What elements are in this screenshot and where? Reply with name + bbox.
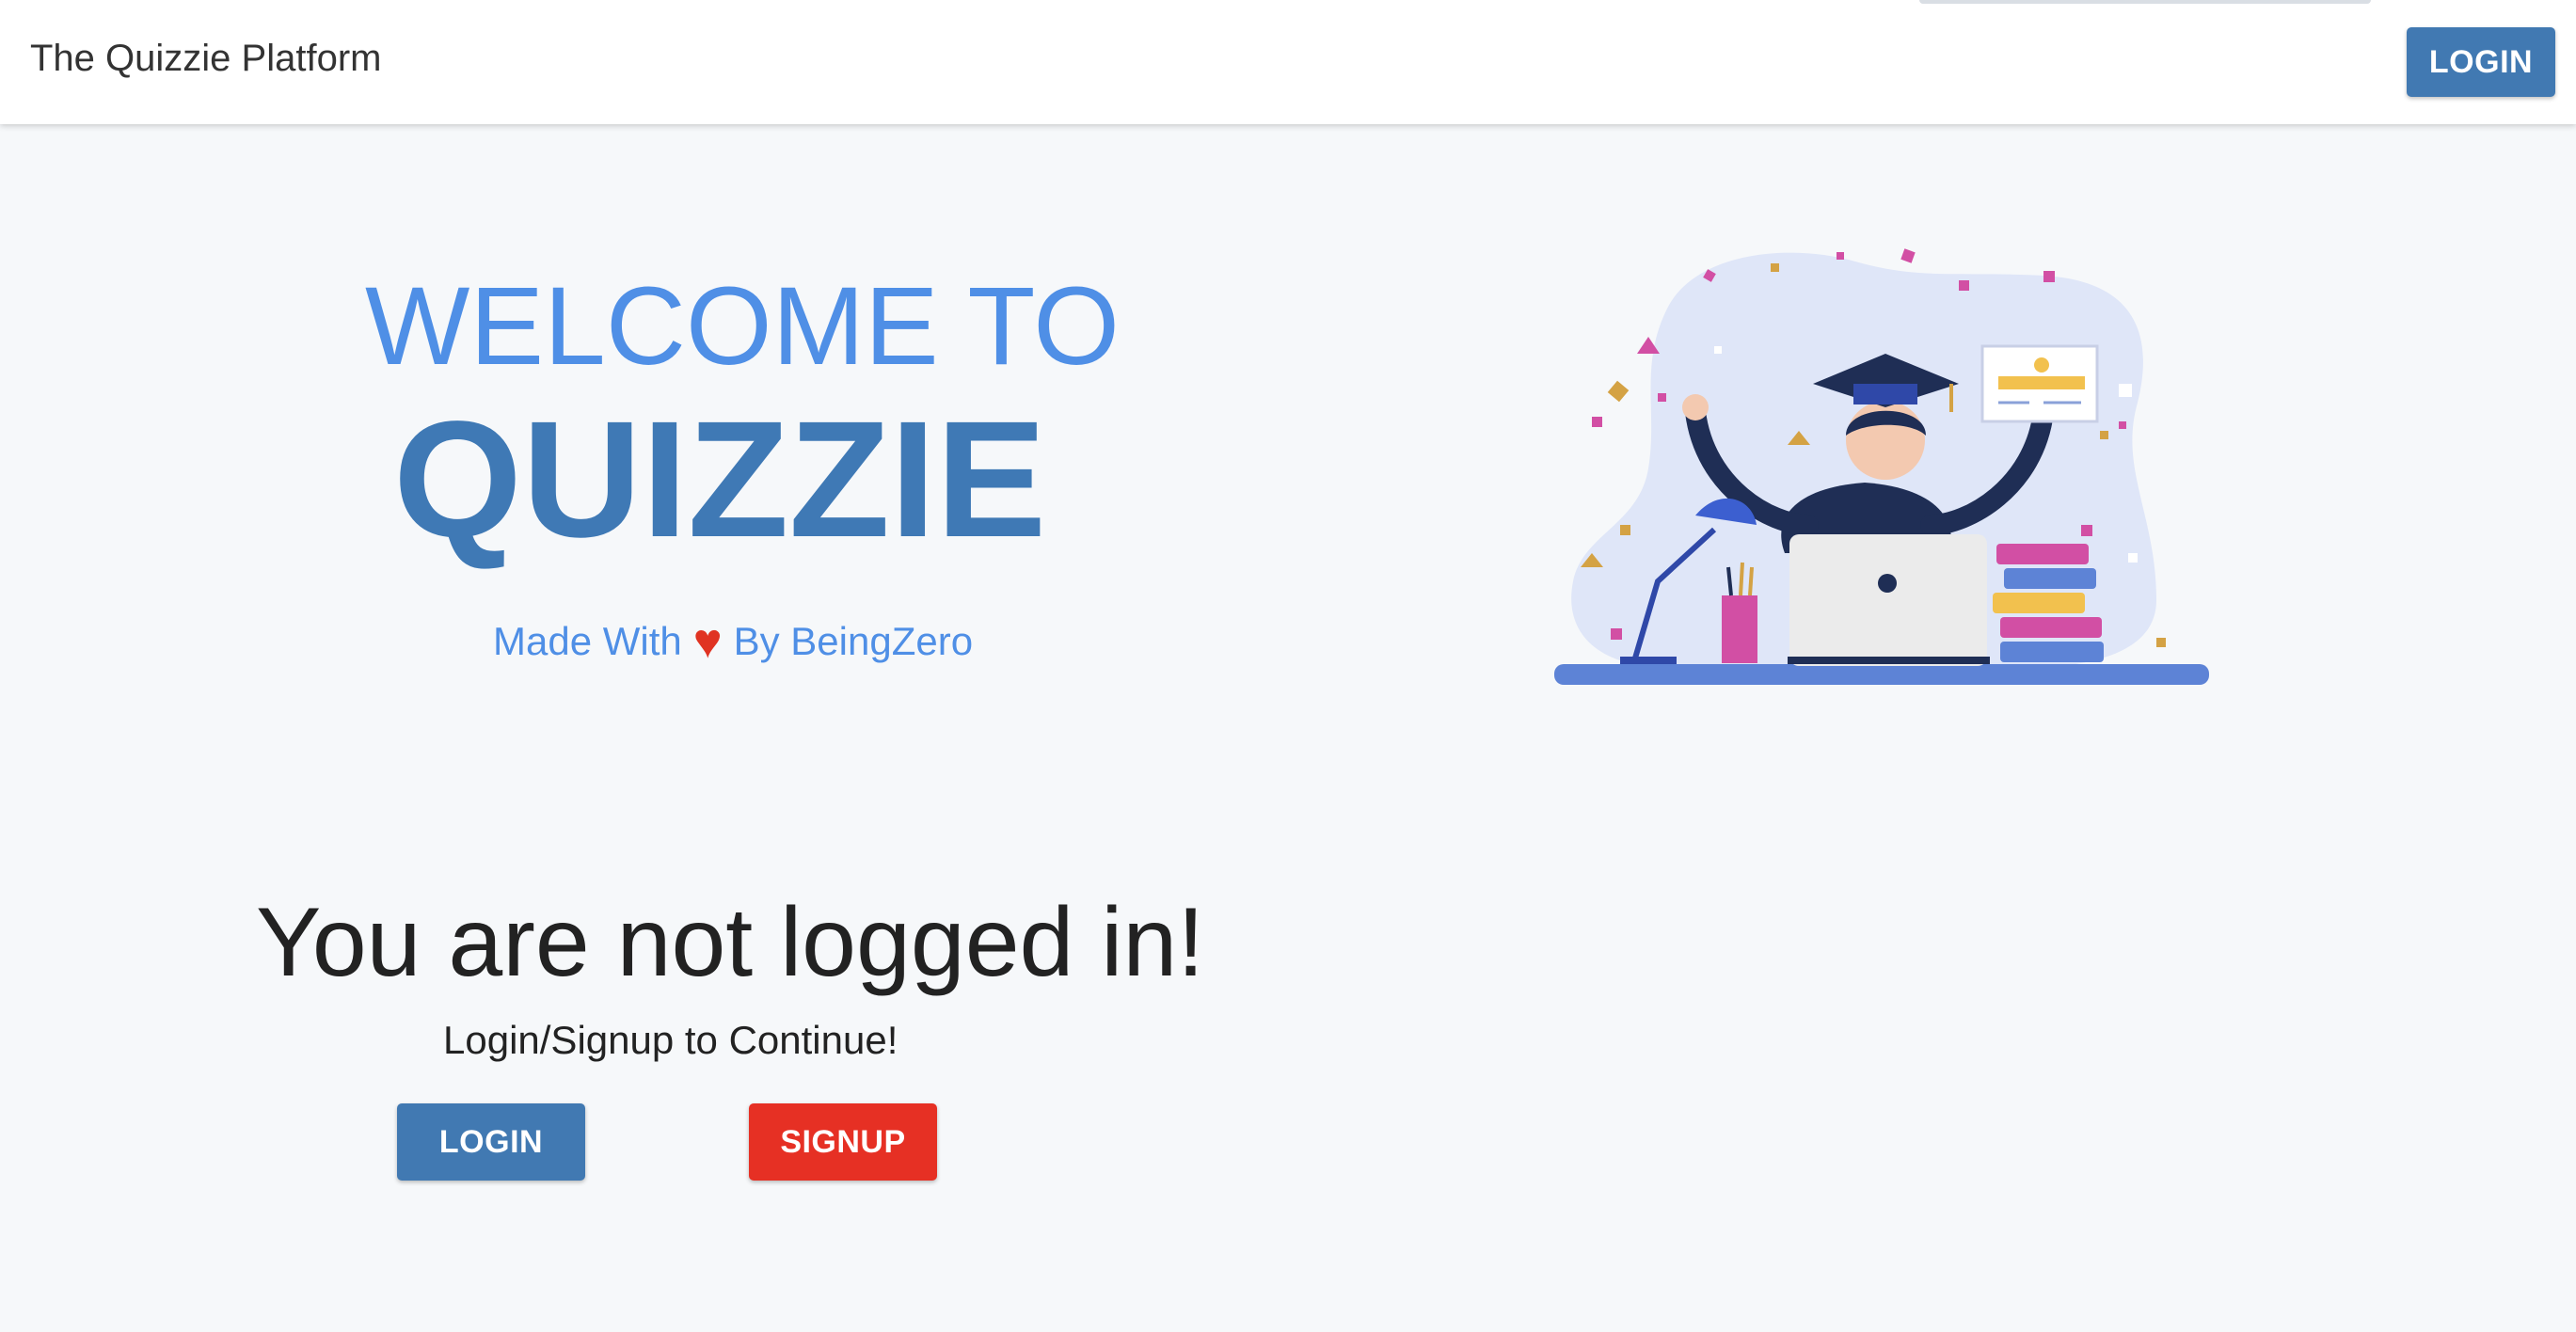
heart-icon: ♥ (692, 614, 723, 669)
top-edge-strip (1919, 0, 2371, 4)
signup-button[interactable]: SIGNUP (749, 1103, 937, 1181)
login-button[interactable]: LOGIN (397, 1103, 585, 1181)
brand-title[interactable]: The Quizzie Platform (30, 38, 381, 80)
not-logged-in-heading: You are not logged in! (256, 888, 1205, 997)
made-with-credit: Made With ♥ By BeingZero (493, 617, 973, 666)
navbar: The Quizzie Platform LOGIN (0, 0, 2576, 124)
desk (1554, 664, 2209, 685)
made-with-suffix: By BeingZero (733, 619, 974, 663)
graduate-illustration (1554, 248, 2209, 685)
nav-login-button[interactable]: LOGIN (2407, 27, 2555, 97)
made-with-prefix: Made With (493, 619, 682, 663)
laptop (1789, 534, 1987, 666)
pen-cup (1722, 595, 1757, 663)
welcome-heading: WELCOME TO (365, 264, 1121, 388)
quizzie-title: QUIZZIE (393, 388, 1047, 572)
login-signup-prompt: Login/Signup to Continue! (443, 1018, 898, 1062)
